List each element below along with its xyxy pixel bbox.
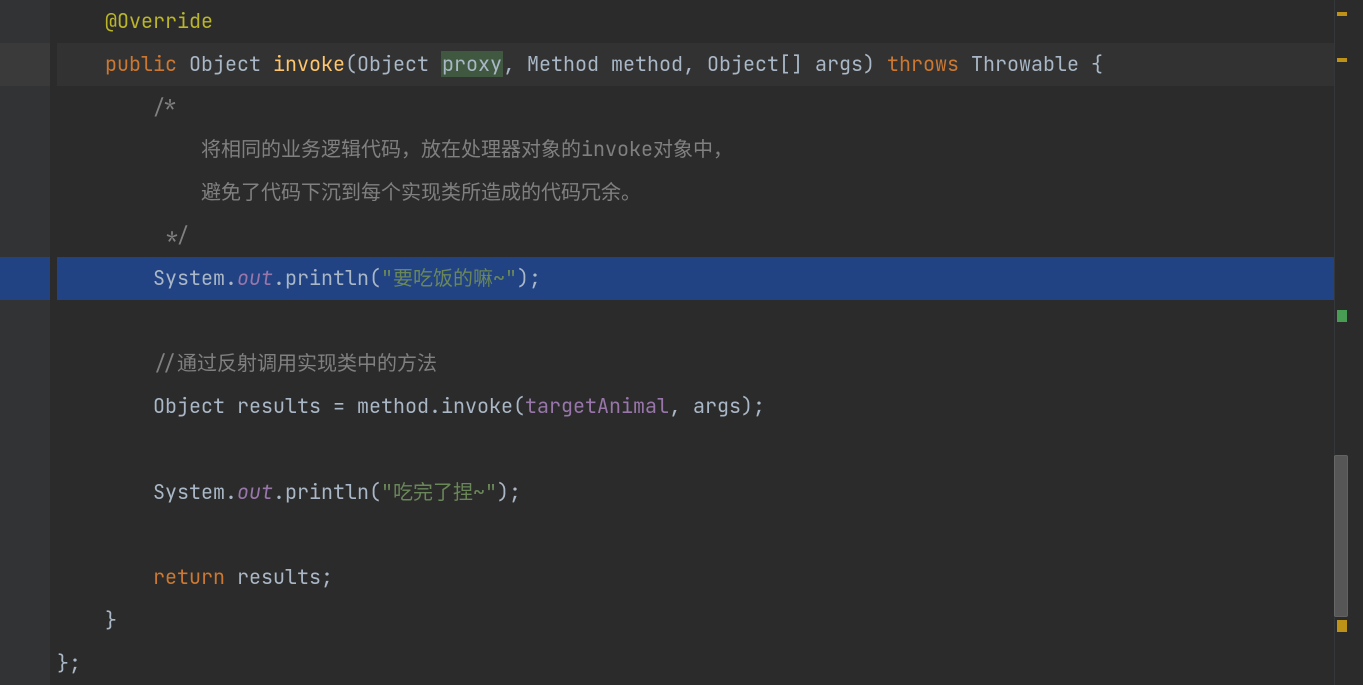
code-line[interactable] — [57, 514, 1349, 557]
code-line[interactable]: return results; — [57, 556, 1349, 599]
code-line[interactable]: //通过反射调用实现类中的方法 — [57, 342, 1349, 385]
code-token: Throwable — [971, 51, 1091, 77]
code-token: /* — [153, 94, 177, 120]
code-line[interactable]: @Override — [57, 0, 1349, 43]
editor-gutter — [0, 0, 51, 685]
code-token: , — [503, 51, 527, 77]
code-token: proxy — [441, 51, 503, 77]
code-token — [177, 51, 189, 77]
editor-gutter-spacer — [50, 0, 57, 685]
code-token: out — [237, 265, 273, 291]
code-token: }; — [57, 650, 81, 676]
code-token: results; — [225, 564, 333, 590]
warning-marker[interactable] — [1337, 58, 1347, 62]
code-line[interactable]: System.out.println("要吃饭的嘛~"); — [57, 257, 1349, 300]
code-line[interactable]: */ — [57, 214, 1349, 257]
gutter-highlight — [0, 257, 50, 300]
code-line[interactable]: }; — [57, 642, 1349, 685]
code-token: 将相同的业务逻辑代码，放在处理器对象的invoke对象中， — [201, 136, 733, 162]
warning-marker[interactable] — [1337, 12, 1347, 16]
code-editor[interactable]: @Override public Object invoke(Object pr… — [0, 0, 1349, 685]
scrollbar-thumb[interactable] — [1334, 455, 1348, 617]
code-token: Object results = method.invoke( — [153, 393, 525, 419]
code-line[interactable] — [57, 300, 1349, 343]
code-line[interactable]: System.out.println("吃完了捏~"); — [57, 471, 1349, 514]
code-token: out — [237, 479, 273, 505]
code-line[interactable]: public Object invoke(Object proxy, Metho… — [57, 43, 1349, 86]
code-token: System. — [153, 479, 237, 505]
code-token: @Override — [105, 8, 213, 34]
code-token: return — [153, 564, 225, 590]
code-token: "要吃饭的嘛~" — [381, 265, 517, 291]
ok-marker[interactable] — [1337, 310, 1347, 322]
code-token: */ — [165, 222, 189, 248]
code-line[interactable]: 将相同的业务逻辑代码，放在处理器对象的invoke对象中， — [57, 128, 1349, 171]
code-token: ( — [345, 51, 357, 77]
code-token — [959, 51, 971, 77]
code-token: public — [105, 51, 177, 77]
code-token: throws — [887, 51, 959, 77]
code-token: .println( — [273, 265, 381, 291]
code-line[interactable]: 避免了代码下沉到每个实现类所造成的代码冗余。 — [57, 171, 1349, 214]
code-token: } — [105, 607, 117, 633]
code-token: .println( — [273, 479, 381, 505]
gutter-highlight — [0, 43, 50, 86]
code-area[interactable]: @Override public Object invoke(Object pr… — [57, 0, 1349, 685]
code-token: "吃完了捏~" — [381, 479, 497, 505]
code-token: invoke — [273, 51, 345, 77]
code-token: Object — [189, 51, 261, 77]
error-stripe[interactable] — [1334, 0, 1349, 685]
code-line[interactable]: Object results = method.invoke(targetAni… — [57, 385, 1349, 428]
code-token: targetAnimal — [525, 393, 669, 419]
code-token: Object[] args — [707, 51, 863, 77]
code-token: { — [1091, 51, 1103, 77]
code-line[interactable] — [57, 428, 1349, 471]
code-token — [261, 51, 273, 77]
code-token: 避免了代码下沉到每个实现类所造成的代码冗余。 — [201, 179, 641, 205]
code-line[interactable]: } — [57, 599, 1349, 642]
warning-marker[interactable] — [1337, 620, 1347, 632]
code-token: Method method — [527, 51, 683, 77]
code-token: ); — [497, 479, 521, 505]
code-line[interactable]: /* — [57, 86, 1349, 129]
code-token: ); — [517, 265, 541, 291]
code-token: , args); — [669, 393, 765, 419]
code-token: System. — [153, 265, 237, 291]
code-token: //通过反射调用实现类中的方法 — [153, 350, 437, 376]
code-token: , — [683, 51, 707, 77]
code-token: Object — [357, 51, 441, 77]
code-token: ) — [863, 51, 887, 77]
